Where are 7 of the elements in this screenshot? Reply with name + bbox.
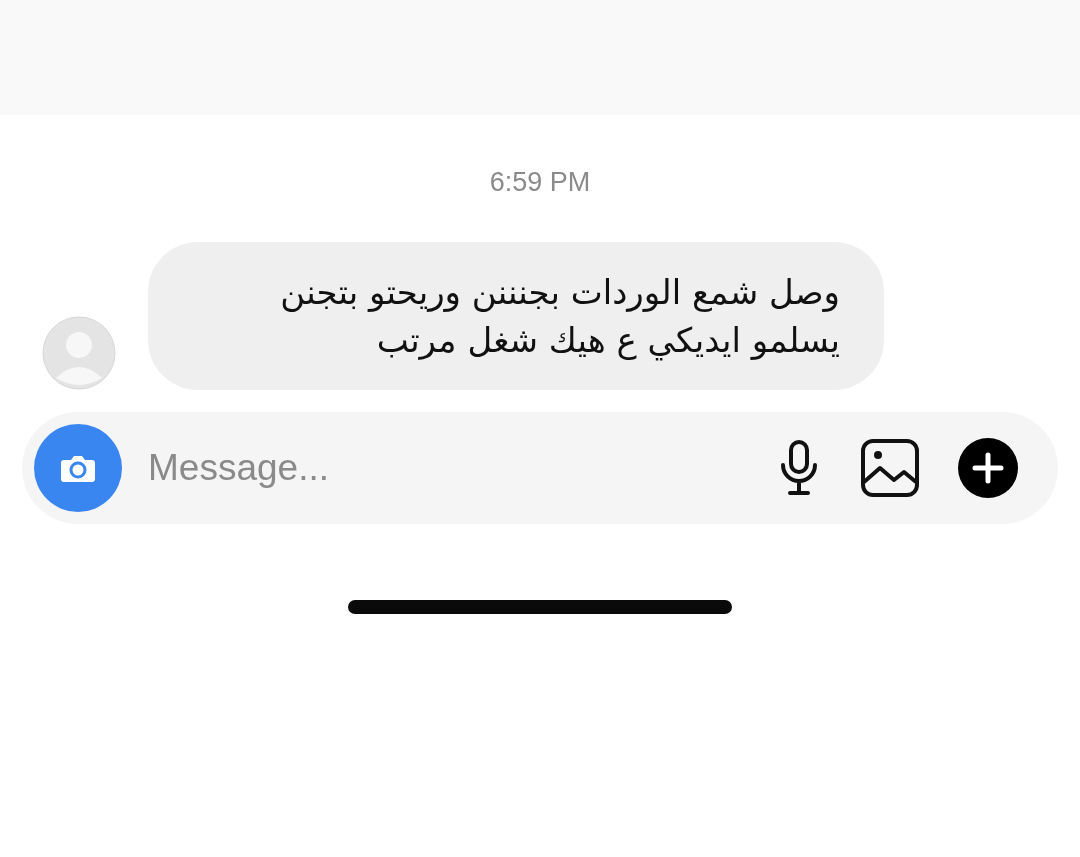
avatar-icon xyxy=(42,316,116,390)
message-bubble: وصل شمع الوردات بجنننن وريحتو بتجنن يسلمو ايديكي ع هيك شغل مرتب xyxy=(148,242,884,390)
camera-button[interactable] xyxy=(34,424,122,512)
add-button[interactable] xyxy=(958,438,1018,498)
timestamp: 6:59 PM xyxy=(488,167,592,198)
image-icon[interactable] xyxy=(860,438,920,498)
message-field[interactable]: Message... xyxy=(146,446,738,490)
